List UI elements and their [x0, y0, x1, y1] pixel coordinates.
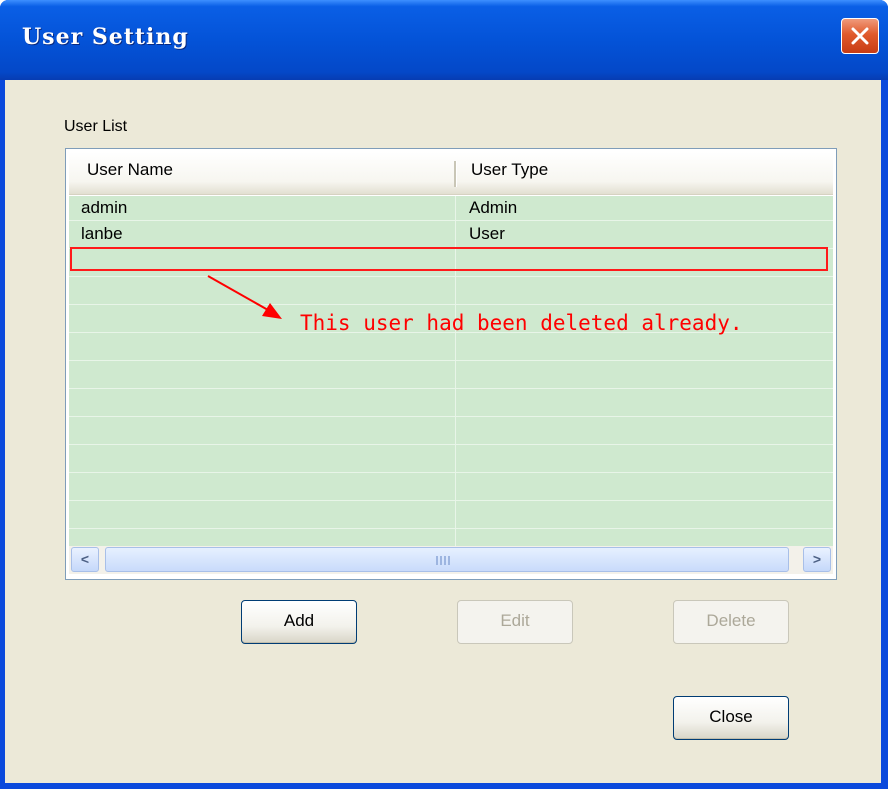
scroll-left-button[interactable]: < [71, 547, 99, 572]
title-bar[interactable]: User Setting [0, 0, 888, 80]
row-gridline [69, 472, 833, 473]
scrollbar-thumb[interactable] [105, 547, 789, 572]
scroll-right-button[interactable]: > [803, 547, 831, 572]
delete-button[interactable]: Delete [673, 600, 789, 644]
user-list-view[interactable]: User Name User Type admin Admin lanbe Us… [65, 148, 837, 580]
user-setting-window: User Setting User List User Name User Ty… [0, 0, 888, 789]
column-separator[interactable] [454, 161, 457, 187]
window-frame-bottom [0, 783, 888, 789]
row-gridline [69, 528, 833, 529]
row-admin-name[interactable]: admin [81, 198, 127, 218]
column-header-user-name[interactable]: User Name [87, 160, 173, 180]
window-title: User Setting [22, 24, 189, 50]
horizontal-scrollbar[interactable]: < > [69, 546, 833, 574]
deleted-row-highlight [70, 247, 828, 271]
column-header-user-type[interactable]: User Type [471, 160, 548, 180]
row-gridline [69, 500, 833, 501]
close-window-button[interactable] [841, 18, 879, 54]
row-gridline [69, 444, 833, 445]
scrollbar-grip-icon [436, 556, 452, 565]
list-header: User Name User Type [69, 152, 833, 195]
add-button[interactable]: Add [241, 600, 357, 644]
row-gridline [69, 416, 833, 417]
row-gridline [69, 220, 833, 221]
close-button[interactable]: Close [673, 696, 789, 740]
row-lanbe-type[interactable]: User [469, 224, 505, 244]
close-icon [851, 27, 869, 45]
user-list-label: User List [64, 118, 128, 135]
row-admin-type[interactable]: Admin [469, 198, 517, 218]
row-gridline [69, 388, 833, 389]
annotation-arrow-icon [207, 275, 282, 319]
row-gridline [69, 360, 833, 361]
row-gridline [69, 276, 833, 277]
deleted-user-annotation: This user had been deleted already. [300, 311, 743, 335]
edit-button[interactable]: Edit [457, 600, 573, 644]
row-lanbe-name[interactable]: lanbe [81, 224, 123, 244]
row-gridline [69, 304, 833, 305]
